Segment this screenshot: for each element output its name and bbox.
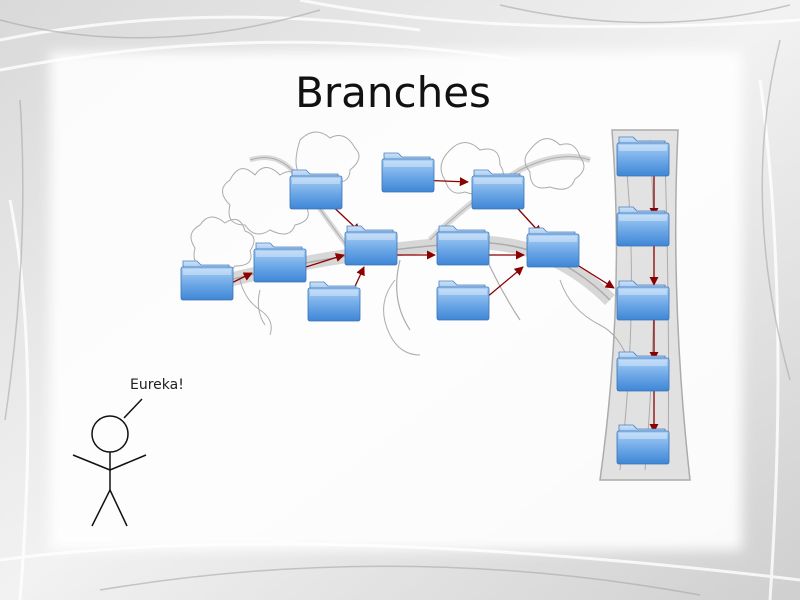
folder-icon xyxy=(381,152,435,193)
folder-icon xyxy=(289,169,343,210)
stick-figure xyxy=(72,398,147,527)
folder-icon xyxy=(471,169,525,210)
stick-figure-head xyxy=(91,415,129,453)
folder-icon xyxy=(436,280,490,321)
folder-icon xyxy=(344,225,398,266)
folder-icon xyxy=(616,424,670,465)
folder-icon xyxy=(526,227,580,268)
folder-icon xyxy=(616,280,670,321)
arrows xyxy=(216,170,659,433)
folder-icon xyxy=(616,206,670,247)
speech-text: Eureka! xyxy=(130,377,184,393)
folder-icon xyxy=(180,260,234,301)
branches-diagram xyxy=(72,129,691,527)
folder-icon xyxy=(253,242,307,283)
folder-icon xyxy=(616,351,670,392)
folders xyxy=(180,136,670,465)
folder-icon xyxy=(436,225,490,266)
folder-icon xyxy=(616,136,670,177)
speech-line xyxy=(123,398,143,419)
folder-icon xyxy=(307,281,361,322)
